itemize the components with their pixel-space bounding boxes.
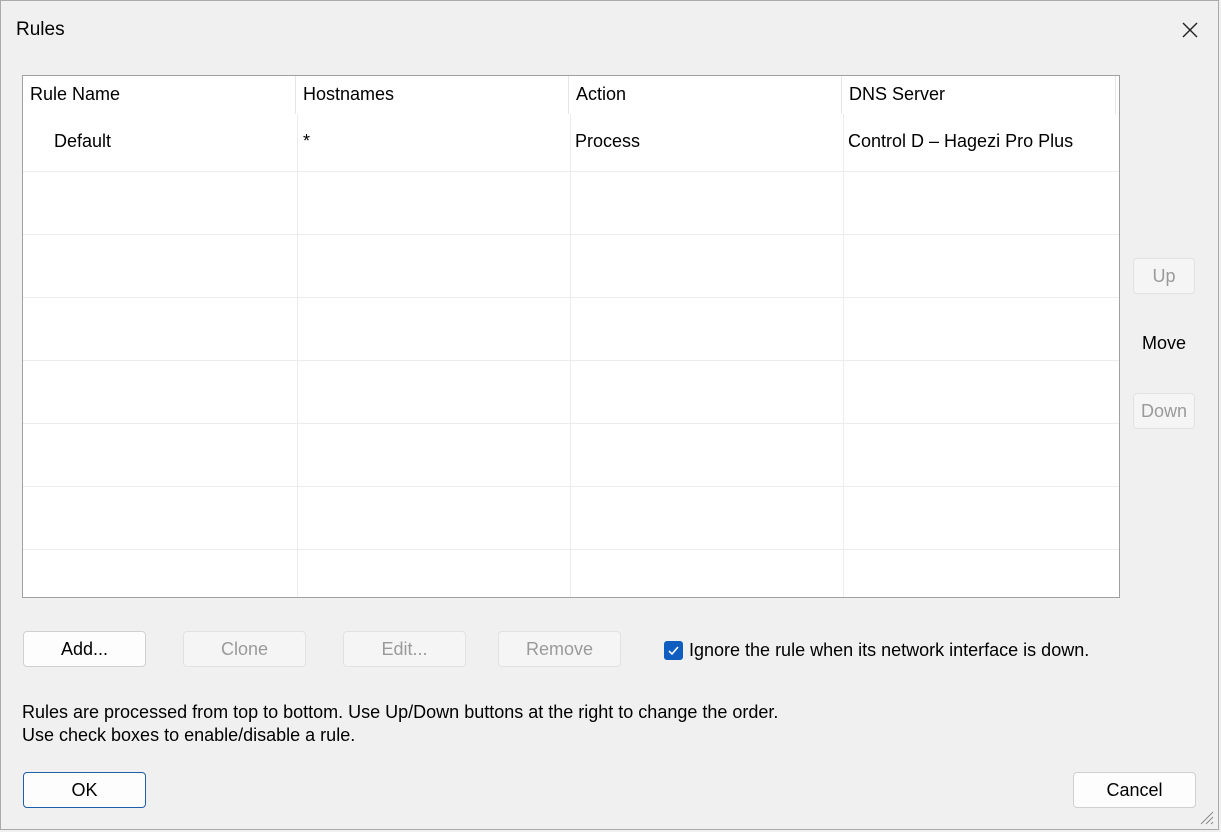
grid-line [23, 234, 1119, 235]
info-line-2: Use check boxes to enable/disable a rule… [22, 725, 356, 745]
grid-line [23, 171, 1119, 172]
column-header-rule-name[interactable]: Rule Name [23, 76, 296, 114]
down-button[interactable]: Down [1133, 393, 1195, 429]
move-label: Move [1142, 333, 1187, 353]
resize-grip-icon[interactable] [1196, 807, 1214, 825]
rules-dialog: Rules Rule Name Hostnames Action DNS Ser… [0, 0, 1219, 830]
grid-line [23, 549, 1119, 550]
grid-line [297, 114, 298, 597]
ok-button[interactable]: OK [23, 772, 146, 808]
cancel-button[interactable]: Cancel [1073, 772, 1196, 808]
checkmark-icon [668, 646, 679, 656]
edit-button[interactable]: Edit... [343, 631, 466, 667]
close-icon [1182, 22, 1198, 38]
close-button[interactable] [1172, 13, 1208, 47]
window-title: Rules [16, 19, 65, 40]
grid-line [23, 423, 1119, 424]
grid-line [23, 297, 1119, 298]
ignore-down-interface-label[interactable]: Ignore the rule when its network interfa… [689, 640, 1089, 661]
up-button[interactable]: Up [1133, 258, 1195, 294]
table-row[interactable]: Default * Process Control D – Hagezi Pro… [23, 114, 1119, 170]
ignore-down-interface-checkbox[interactable] [664, 641, 683, 660]
dns-server-cell: Control D – Hagezi Pro Plus [848, 131, 1074, 151]
column-header-dns-server[interactable]: DNS Server [842, 76, 1116, 114]
add-button[interactable]: Add... [23, 631, 146, 667]
table-header: Rule Name Hostnames Action DNS Server [23, 76, 1119, 114]
grid-line [843, 114, 844, 597]
grid-line [23, 486, 1119, 487]
title-bar: Rules [1, 1, 1218, 59]
clone-button[interactable]: Clone [183, 631, 306, 667]
grid-line [23, 360, 1119, 361]
column-header-action[interactable]: Action [569, 76, 842, 114]
hostnames-cell: * [303, 131, 311, 151]
action-cell: Process [575, 131, 641, 151]
remove-button[interactable]: Remove [498, 631, 621, 667]
rule-name-cell: Default [54, 131, 112, 151]
info-text: Rules are processed from top to bottom. … [22, 701, 778, 747]
column-header-hostnames[interactable]: Hostnames [296, 76, 569, 114]
info-line-1: Rules are processed from top to bottom. … [22, 702, 779, 722]
grid-line [570, 114, 571, 597]
rules-table[interactable]: Rule Name Hostnames Action DNS Server De… [22, 75, 1120, 598]
